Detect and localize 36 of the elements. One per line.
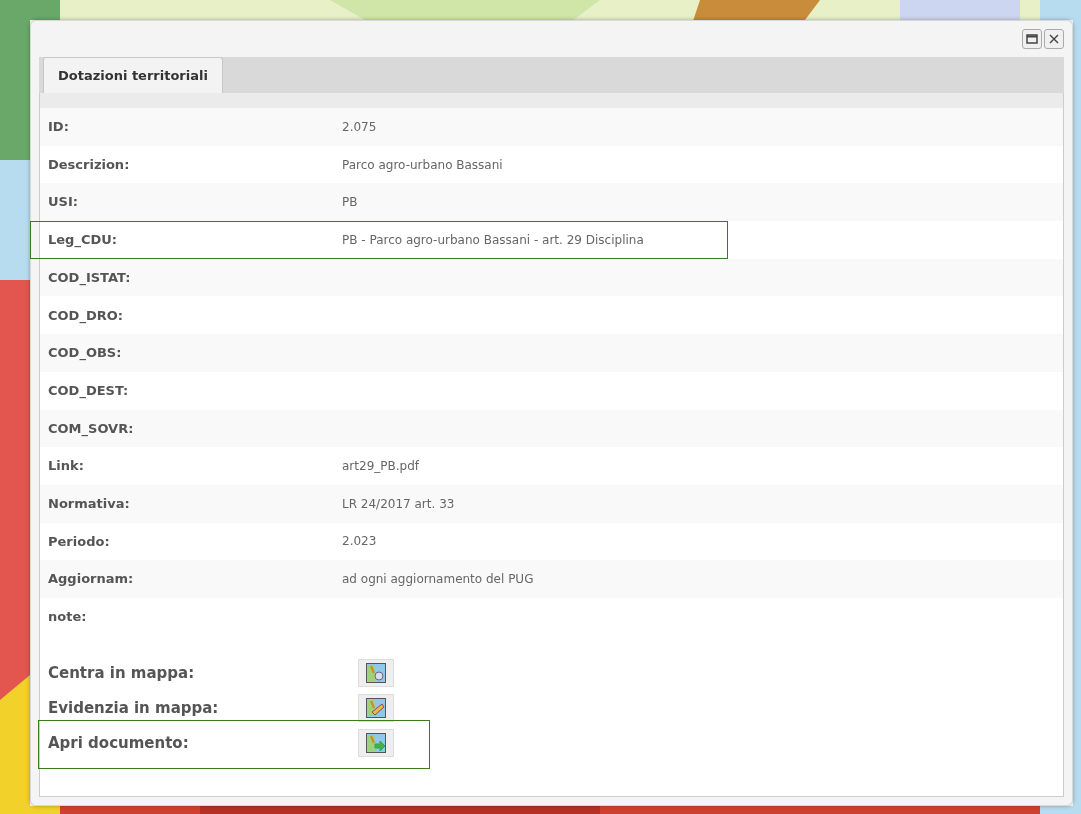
field-label: Aggiornam: <box>48 570 135 589</box>
field-label: COD_DRO: <box>48 306 124 326</box>
field-label: COD_ISTAT: <box>48 268 132 288</box>
field-value: LR 24/2017 art. 33 <box>342 495 455 513</box>
action-label: Apri documento: <box>48 732 190 754</box>
field-label: ID: <box>48 118 70 137</box>
action-label: Centra in mappa: <box>48 662 196 684</box>
field-label: Leg_CDU: <box>48 231 118 250</box>
map-button[interactable] <box>358 659 394 688</box>
field-label: COD_OBS: <box>48 344 123 363</box>
maximize-button[interactable] <box>1022 29 1042 49</box>
close-icon <box>1049 34 1059 44</box>
field-value: Parco agro-urbano Bassani <box>342 156 503 174</box>
tab[interactable]: Dotazioni territoriali <box>43 56 223 93</box>
field-label: Link: <box>48 457 85 476</box>
field-value: art29_PB.pdf <box>342 458 419 476</box>
field-label: Normativa: <box>48 494 131 513</box>
field-label: note: <box>48 608 88 627</box>
field-value: PB <box>342 194 358 212</box>
field-label: Descrizion: <box>48 155 131 174</box>
maximize-icon <box>1026 34 1038 44</box>
field-value: 2.075 <box>342 118 377 136</box>
field-label: COD_DEST: <box>48 381 130 401</box>
field-label: COM_SOVR: <box>48 419 135 439</box>
field-value: PB - Parco agro-urbano Bassani - art. 29 Disciplina <box>342 231 644 249</box>
action-label: Evidenzia in mappa: <box>48 697 220 719</box>
map-icon <box>366 733 386 754</box>
field-label: Periodo: <box>48 532 111 551</box>
field-value: ad ogni aggiornamento del PUG <box>342 571 534 589</box>
map-button[interactable] <box>358 729 394 758</box>
map-icon <box>366 698 386 719</box>
map-icon <box>366 663 386 684</box>
field-value: 2.023 <box>342 533 377 551</box>
field-label: USI: <box>48 193 79 212</box>
map-button[interactable] <box>358 694 394 723</box>
close-button[interactable] <box>1044 29 1064 49</box>
